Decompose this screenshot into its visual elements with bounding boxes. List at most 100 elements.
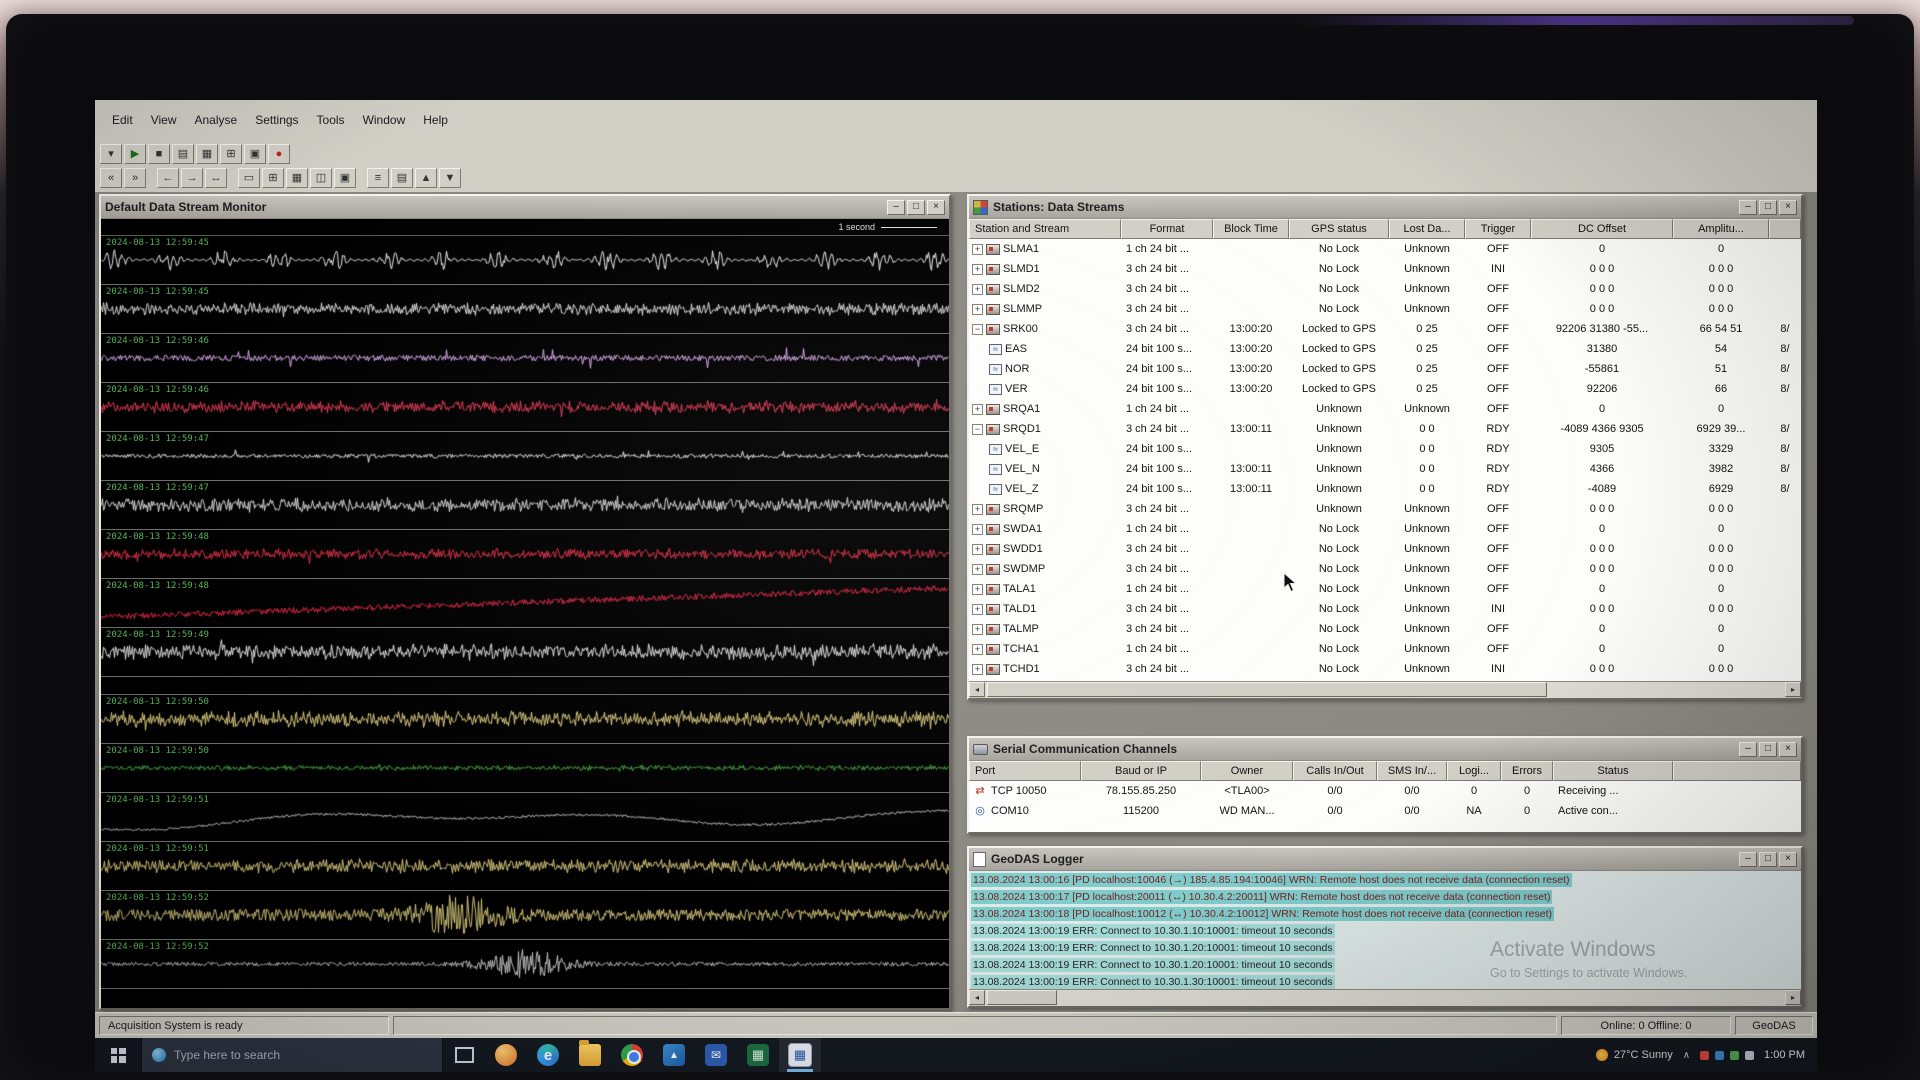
minimize-button[interactable]	[1739, 200, 1757, 215]
serial-col-baud-or-ip[interactable]: Baud or IP	[1081, 761, 1201, 781]
station-row-swda1[interactable]: +SWDA11 ch 24 bit ...No LockUnknownOFF00	[969, 519, 1801, 539]
zoom-window-button[interactable]: ▭	[238, 168, 260, 188]
serial-title-bar[interactable]: Serial Communication Channels	[969, 738, 1801, 761]
scroll-left-button[interactable]: ←	[157, 168, 179, 188]
stations-col-amplitu-[interactable]: Amplitu...	[1673, 219, 1769, 239]
tree-expand-icon[interactable]: −	[972, 324, 983, 335]
stream-selector-button[interactable]: ▾	[100, 144, 122, 164]
scrollbar-track[interactable]	[985, 990, 1785, 1006]
monitor-title-bar[interactable]: Default Data Stream Monitor	[101, 196, 949, 219]
menu-item-analyse[interactable]: Analyse	[185, 110, 246, 130]
file-explorer-taskbar-button[interactable]	[569, 1038, 611, 1072]
station-row-nor[interactable]: NOR24 bit 100 s...13:00:20Locked to GPS0…	[969, 359, 1801, 379]
stop-acquisition-button[interactable]: ■	[148, 144, 170, 164]
geodas-app-taskbar-button[interactable]: ▦	[779, 1038, 821, 1072]
serial-col-sms-in-[interactable]: SMS In/...	[1377, 761, 1447, 781]
logger-horizontal-scrollbar[interactable]	[969, 989, 1801, 1006]
channel-select-button[interactable]: ▣	[244, 144, 266, 164]
station-row-slmmp[interactable]: +SLMMP3 ch 24 bit ...No LockUnknownOFF0 …	[969, 299, 1801, 319]
grid-toggle-button[interactable]: ⊞	[262, 168, 284, 188]
page-left-button[interactable]: «	[100, 168, 122, 188]
minimize-button[interactable]	[1739, 742, 1757, 757]
tree-expand-icon[interactable]: +	[972, 304, 983, 315]
station-row-swdmp[interactable]: +SWDMP3 ch 24 bit ...No LockUnknownOFF0 …	[969, 559, 1801, 579]
tree-expand-icon[interactable]: +	[972, 524, 983, 535]
station-row-tcha1[interactable]: +TCHA11 ch 24 bit ...No LockUnknownOFF00	[969, 639, 1801, 659]
stations-col-trigger[interactable]: Trigger	[1465, 219, 1531, 239]
tree-expand-icon[interactable]: +	[972, 404, 983, 415]
scroll-right-arrow-icon[interactable]	[1785, 990, 1801, 1005]
start-acquisition-button[interactable]: ▶	[124, 144, 146, 164]
trace-list-button[interactable]: ≡	[367, 168, 389, 188]
station-row-tald1[interactable]: +TALD13 ch 24 bit ...No LockUnknownINI0 …	[969, 599, 1801, 619]
clock[interactable]: 1:00 PM	[1764, 1049, 1805, 1061]
amplitude-up-button[interactable]: ▲	[415, 168, 437, 188]
station-row-vel_n[interactable]: VEL_N24 bit 100 s...13:00:11Unknown0 0RD…	[969, 459, 1801, 479]
table-view-button[interactable]: ▦	[286, 168, 308, 188]
menu-item-help[interactable]: Help	[414, 110, 457, 130]
scroll-left-arrow-icon[interactable]	[969, 682, 985, 697]
station-row-talmp[interactable]: +TALMP3 ch 24 bit ...No LockUnknownOFF00	[969, 619, 1801, 639]
close-button[interactable]	[927, 200, 945, 215]
menu-item-window[interactable]: Window	[354, 110, 415, 130]
station-row-srqd1[interactable]: −SRQD13 ch 24 bit ...13:00:11Unknown0 0R…	[969, 419, 1801, 439]
mail-app-taskbar-button[interactable]: ✉	[695, 1038, 737, 1072]
station-row-ver[interactable]: VER24 bit 100 s...13:00:20Locked to GPS0…	[969, 379, 1801, 399]
menu-item-settings[interactable]: Settings	[246, 110, 307, 130]
serial-col-calls-in-out[interactable]: Calls In/Out	[1293, 761, 1377, 781]
close-button[interactable]	[1779, 852, 1797, 867]
minimize-button[interactable]	[887, 200, 905, 215]
serial-col-extra[interactable]	[1673, 761, 1801, 781]
maximize-button[interactable]	[907, 200, 925, 215]
tree-expand-icon[interactable]: +	[972, 564, 983, 575]
station-row-vel_e[interactable]: VEL_E24 bit 100 s...Unknown0 0RDY9305332…	[969, 439, 1801, 459]
tree-expand-icon[interactable]: +	[972, 504, 983, 515]
tree-expand-icon[interactable]: +	[972, 644, 983, 655]
stations-col-dc-offset[interactable]: DC Offset	[1531, 219, 1673, 239]
stations-col-gps-status[interactable]: GPS status	[1289, 219, 1389, 239]
serial-row-com10[interactable]: ◎COM10115200WD MAN...0/00/0NA0Active con…	[969, 801, 1801, 821]
fit-width-button[interactable]: ↔	[205, 168, 227, 188]
select-region-button[interactable]: ▣	[334, 168, 356, 188]
amplitude-down-button[interactable]: ▼	[439, 168, 461, 188]
serial-col-owner[interactable]: Owner	[1201, 761, 1293, 781]
serial-col-port[interactable]: Port	[969, 761, 1081, 781]
record-button[interactable]: ●	[268, 144, 290, 164]
menu-item-view[interactable]: View	[142, 110, 186, 130]
station-row-tala1[interactable]: +TALA11 ch 24 bit ...No LockUnknownOFF00	[969, 579, 1801, 599]
tree-expand-icon[interactable]: +	[972, 264, 983, 275]
station-row-srqa1[interactable]: +SRQA11 ch 24 bit ...UnknownUnknownOFF00	[969, 399, 1801, 419]
search-input[interactable]: Type here to search	[141, 1038, 443, 1072]
station-row-slmd1[interactable]: +SLMD13 ch 24 bit ...No LockUnknownINI0 …	[969, 259, 1801, 279]
tray-expand-icon[interactable]: ∧	[1683, 1050, 1690, 1061]
new-monitor-button[interactable]: ⊞	[220, 144, 242, 164]
scroll-right-arrow-icon[interactable]	[1785, 682, 1801, 697]
menu-item-tools[interactable]: Tools	[308, 110, 354, 130]
stations-col-lost-da-[interactable]: Lost Da...	[1389, 219, 1465, 239]
scrollbar-thumb[interactable]	[987, 990, 1057, 1005]
tray-icon-2[interactable]	[1715, 1051, 1724, 1060]
stations-col-extra[interactable]	[1769, 219, 1801, 239]
tray-icon-3[interactable]	[1730, 1051, 1739, 1060]
stations-title-bar[interactable]: Stations: Data Streams	[969, 196, 1801, 219]
minimize-button[interactable]	[1739, 852, 1757, 867]
serial-col-logi-[interactable]: Logi...	[1447, 761, 1501, 781]
menu-item-edit[interactable]: Edit	[103, 110, 142, 130]
tray-icon-1[interactable]	[1700, 1051, 1709, 1060]
serial-col-errors[interactable]: Errors	[1501, 761, 1553, 781]
close-button[interactable]	[1779, 742, 1797, 757]
tree-expand-icon[interactable]: −	[972, 424, 983, 435]
chrome-browser-taskbar-button[interactable]	[611, 1038, 653, 1072]
close-button[interactable]	[1779, 200, 1797, 215]
tree-expand-icon[interactable]: +	[972, 624, 983, 635]
station-row-slmd2[interactable]: +SLMD23 ch 24 bit ...No LockUnknownOFF0 …	[969, 279, 1801, 299]
data-monitor-button[interactable]: ▤	[172, 144, 194, 164]
station-row-eas[interactable]: EAS24 bit 100 s...13:00:20Locked to GPS0…	[969, 339, 1801, 359]
rows-view-button[interactable]: ▤	[391, 168, 413, 188]
station-row-swdd1[interactable]: +SWDD13 ch 24 bit ...No LockUnknownOFF0 …	[969, 539, 1801, 559]
tree-expand-icon[interactable]: +	[972, 664, 983, 675]
stations-col-format[interactable]: Format	[1121, 219, 1213, 239]
tree-expand-icon[interactable]: +	[972, 244, 983, 255]
app-name-badge[interactable]: GeoDAS	[1735, 1016, 1813, 1035]
tree-expand-icon[interactable]: +	[972, 604, 983, 615]
